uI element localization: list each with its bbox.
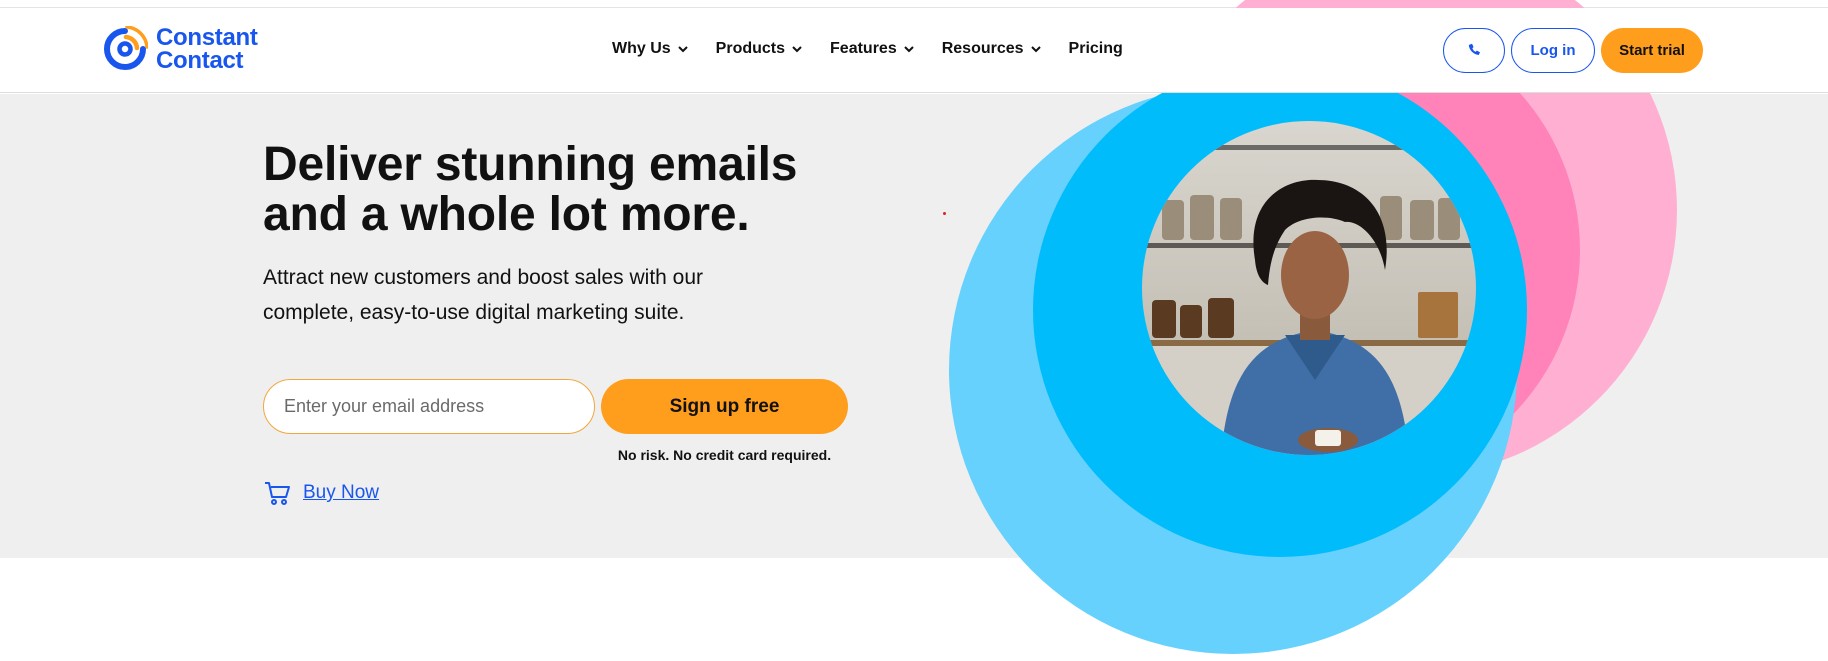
subtext-line-2: complete, easy-to-use digital marketing … bbox=[263, 301, 685, 324]
logo-line-2: Contact bbox=[156, 47, 244, 74]
phone-icon bbox=[1468, 43, 1480, 55]
nav-why-us-label: Why Us bbox=[612, 40, 671, 57]
subtext-line-1: Attract new customers and boost sales wi… bbox=[263, 266, 704, 289]
page: Constant Contact Why Us Products Feature… bbox=[0, 0, 1828, 661]
stray-dot bbox=[943, 212, 946, 215]
chevron-down-icon bbox=[677, 46, 688, 53]
nav-products[interactable]: Products bbox=[716, 40, 802, 58]
headline-line-2: and a whole lot more. bbox=[263, 188, 750, 241]
header-actions: Log in Start trial bbox=[1443, 28, 1703, 73]
headline-line-1: Deliver stunning emails bbox=[263, 138, 798, 191]
no-risk-note: No risk. No credit card required. bbox=[617, 447, 832, 463]
shopping-cart-icon bbox=[265, 482, 290, 505]
constant-contact-logo-icon bbox=[104, 26, 148, 70]
nav-resources-label: Resources bbox=[941, 40, 1024, 57]
start-trial-button[interactable]: Start trial bbox=[1601, 28, 1703, 73]
nav-why-us[interactable]: Why Us bbox=[612, 40, 688, 58]
login-button[interactable]: Log in bbox=[1511, 28, 1595, 73]
nav-features[interactable]: Features bbox=[830, 40, 914, 58]
email-input[interactable] bbox=[263, 379, 595, 434]
chevron-down-icon bbox=[792, 46, 802, 53]
sign-up-free-button[interactable]: Sign up free bbox=[601, 379, 848, 434]
hero-subtext: Attract new customers and boost sales wi… bbox=[263, 260, 803, 330]
hero-headline: Deliver stunning emails and a whole lot … bbox=[263, 140, 883, 240]
main-nav: Why Us Products Features Resources Prici… bbox=[612, 40, 1151, 58]
nav-pricing[interactable]: Pricing bbox=[1069, 40, 1123, 58]
hero-graphic bbox=[949, 0, 1677, 654]
chevron-down-icon bbox=[904, 46, 914, 53]
buy-now: Buy Now bbox=[263, 479, 379, 507]
logo-wordmark: Constant Contact bbox=[156, 24, 258, 74]
nav-features-label: Features bbox=[830, 40, 897, 57]
nav-resources[interactable]: Resources bbox=[942, 40, 1041, 58]
buy-now-link[interactable]: Buy Now bbox=[303, 482, 379, 504]
nav-products-label: Products bbox=[715, 40, 786, 57]
chevron-down-icon bbox=[1030, 46, 1041, 53]
site-header: Constant Contact Why Us Products Feature… bbox=[0, 8, 1828, 93]
nav-pricing-label: Pricing bbox=[1068, 40, 1123, 57]
logo[interactable]: Constant Contact bbox=[102, 24, 258, 74]
logo-line-1: Constant bbox=[156, 24, 258, 51]
phone-button[interactable] bbox=[1443, 28, 1505, 73]
